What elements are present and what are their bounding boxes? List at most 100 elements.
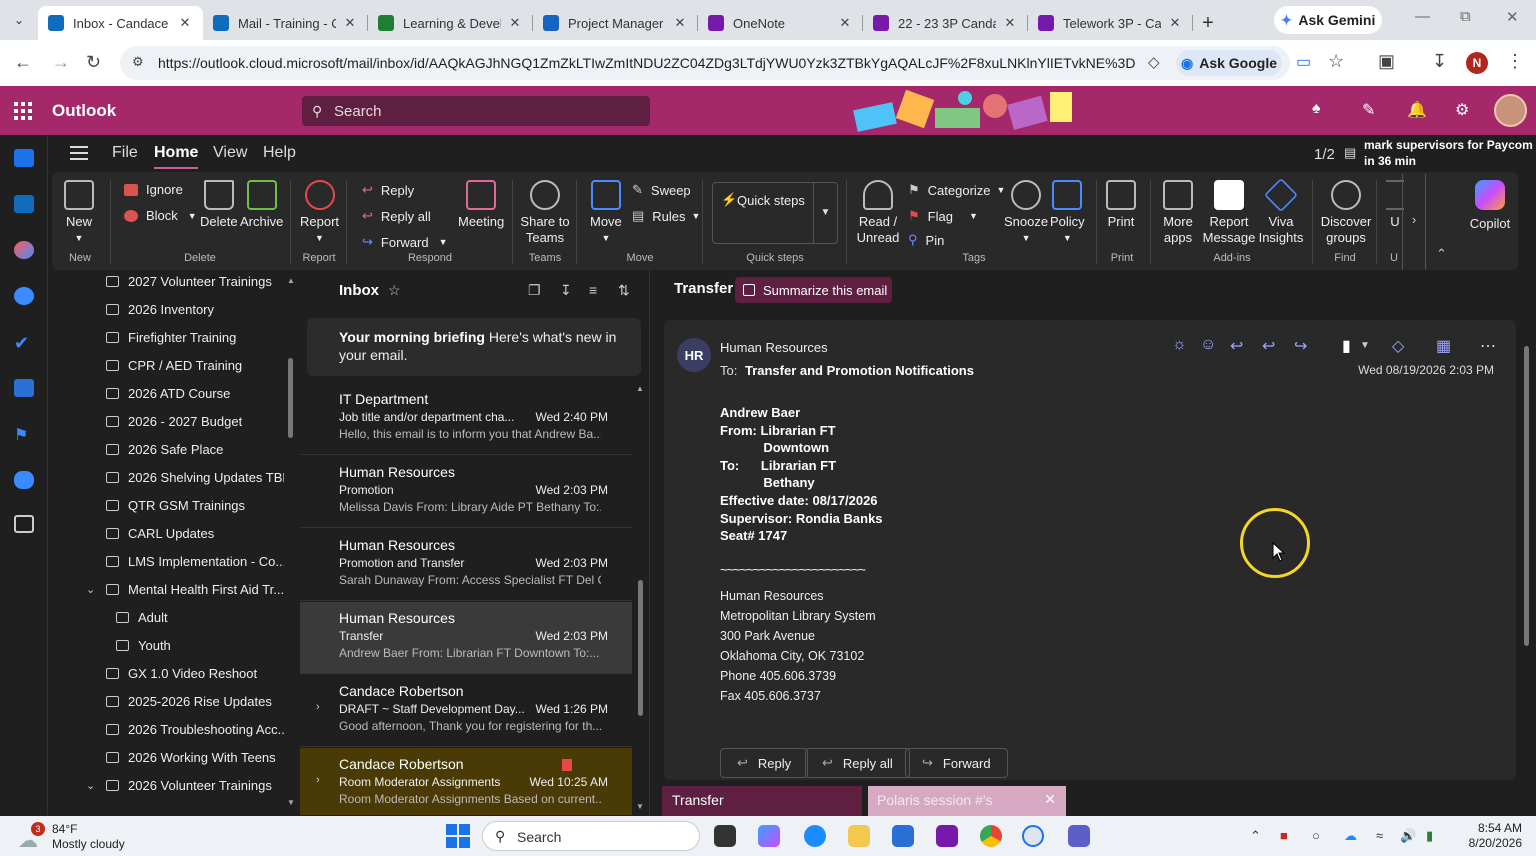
wifi-icon[interactable]: ≈ (1376, 828, 1383, 843)
folder-item[interactable]: CPR / AED Training (48, 351, 284, 379)
viva-insights-button[interactable]: Viva Insights (1256, 178, 1306, 246)
tab-help[interactable]: Help (263, 144, 296, 162)
onedrive-icon[interactable] (14, 471, 34, 489)
flag-icon[interactable] (562, 759, 572, 771)
folder-item[interactable]: 2027 Volunteer Trainings (48, 270, 284, 295)
mail-search-box[interactable]: ⚲ Search (302, 96, 650, 126)
reply-icon[interactable]: ↩ (1230, 336, 1243, 356)
onedrive-tray-icon[interactable]: ☁ (1344, 828, 1357, 844)
hamburger-menu-icon[interactable] (70, 146, 88, 164)
chevron-down-icon[interactable]: ⌄ (86, 583, 95, 596)
file-explorer-icon[interactable] (848, 825, 870, 847)
tray-overflow-icon[interactable]: ⌃ (1250, 828, 1261, 844)
chevron-down-icon[interactable]: ▼ (1360, 340, 1370, 351)
gear-icon[interactable]: ⚙ (1455, 100, 1469, 120)
close-tab-icon[interactable]: ✕ (507, 15, 523, 31)
recorder-icon[interactable] (1022, 825, 1044, 847)
pin-button[interactable]: ⚲ Pin (908, 232, 944, 248)
folder-item[interactable]: 2026 - 2027 Budget (48, 407, 284, 435)
rules-button[interactable]: ▤ Rules ▼ (632, 208, 700, 224)
archive-button[interactable]: Archive (240, 180, 283, 230)
message-item[interactable]: Human Resources Promotion and Transfer Wed… (300, 529, 632, 601)
mark-icon[interactable]: ▮ (1342, 336, 1351, 356)
close-window-button[interactable]: ✕ (1506, 8, 1519, 26)
message-item[interactable]: Human Resources Transfer Wed 2:03 PM Andrew… (300, 602, 632, 674)
snooze-button[interactable]: Snooze ▼ (1004, 180, 1048, 246)
recipient-name[interactable]: Transfer and Promotion Notifications (745, 363, 974, 378)
chrome-icon[interactable] (980, 825, 1002, 847)
report-button[interactable]: Report ▼ (300, 180, 339, 246)
reply-button[interactable]: ↩ Reply (362, 182, 414, 198)
select-mode-icon[interactable]: ❐ (528, 282, 541, 299)
copilot-taskbar-icon[interactable] (758, 825, 780, 847)
ask-google-button[interactable]: ◉ Ask Google (1176, 50, 1282, 76)
close-tab-icon[interactable]: ✕ (837, 15, 853, 31)
folder-item[interactable]: Youth (48, 631, 284, 659)
tab-file[interactable]: File (112, 144, 138, 162)
browser-tab[interactable]: Learning & Devel ✕ (368, 6, 533, 40)
favorite-star-icon[interactable]: ☆ (388, 282, 401, 299)
teams-taskbar-icon[interactable] (1068, 825, 1090, 847)
browser-menu-icon[interactable]: ⋮ (1506, 51, 1524, 72)
close-tab-icon[interactable]: ✕ (672, 15, 688, 31)
folder-item[interactable]: QTR GSM Trainings (48, 491, 284, 519)
app-launcher-icon[interactable] (14, 102, 32, 120)
reply-all-icon[interactable]: ↩ (1262, 336, 1275, 356)
folder-item[interactable]: LMS Implementation - Co... (48, 547, 284, 575)
folder-item[interactable]: 2026 ATD Course (48, 379, 284, 407)
draft-tab[interactable]: Polaris session #'s ✕ (868, 786, 1066, 816)
sort-icon[interactable]: ⇅ (618, 282, 630, 299)
sender-avatar[interactable]: HR (677, 338, 711, 372)
battery-icon[interactable]: ▮ (1426, 828, 1433, 844)
todo-check-icon[interactable]: ✔ (14, 333, 34, 353)
tray-app-icon[interactable]: ■ (1280, 828, 1288, 843)
more-apps-icon[interactable] (14, 515, 34, 533)
filter-icon[interactable]: ≡ (589, 282, 597, 298)
folder-item[interactable]: ⌄ Mental Health First Aid Tr... (48, 575, 284, 603)
message-item[interactable]: › Candace Robertson DRAFT ~ Staff Developm… (300, 675, 632, 747)
forward-footer-button[interactable]: ↪ Forward (905, 748, 1008, 778)
categorize-button[interactable]: ⚑ Categorize ▼ (908, 182, 1005, 198)
store-icon[interactable] (892, 825, 914, 847)
task-view-icon[interactable] (714, 825, 736, 847)
scroll-up-icon[interactable]: ▲ (287, 276, 295, 285)
tab-view[interactable]: View (213, 144, 247, 162)
folder-item[interactable]: GX 1.0 Video Reshoot (48, 659, 284, 687)
scroll-down-icon[interactable]: ▼ (636, 802, 644, 811)
sun-icon[interactable]: ☼ (1172, 336, 1187, 354)
close-tab-icon[interactable]: ✕ (177, 15, 193, 31)
browser-tab[interactable]: Inbox - Candace R ✕ (38, 6, 203, 40)
summarize-button[interactable]: Summarize this email (735, 277, 892, 303)
ignore-button[interactable]: Ignore (124, 182, 183, 197)
apps-icon[interactable]: ▦ (1436, 336, 1451, 356)
onenote-icon[interactable] (936, 825, 958, 847)
folder-item[interactable]: 2026 Working With Teens (48, 743, 284, 771)
policy-button[interactable]: Policy ▼ (1050, 180, 1085, 246)
jump-to-icon[interactable]: ↧ (560, 282, 572, 299)
report-message-button[interactable]: Report Message (1202, 180, 1256, 246)
browser-tab[interactable]: OneNote ✕ (698, 6, 863, 40)
close-tab-icon[interactable]: ✕ (1002, 15, 1018, 31)
address-bar[interactable]: ⚙ https://outlook.cloud.microsoft/mail/i… (120, 46, 1290, 80)
new-tab-button[interactable]: + (1193, 6, 1223, 40)
close-tab-icon[interactable]: ✕ (1167, 15, 1183, 31)
forward-icon[interactable]: ↪ (1294, 336, 1307, 356)
sweep-button[interactable]: ✎ Sweep (632, 182, 691, 198)
site-info-icon[interactable]: ⚙ (132, 54, 144, 70)
windows-start-icon[interactable] (446, 824, 470, 848)
files-icon[interactable] (14, 379, 34, 397)
message-list-scrollbar[interactable] (638, 580, 643, 716)
expand-thread-icon[interactable]: › (316, 774, 320, 786)
tab-search-chevron-icon[interactable]: ⌄ (0, 0, 38, 40)
ask-gemini-button[interactable]: ✦ Ask Gemini (1274, 6, 1382, 34)
minimize-window-button[interactable]: — (1415, 8, 1430, 25)
message-item[interactable]: Human Resources Promotion Wed 2:03 PM Melis… (300, 456, 632, 528)
teams-icon[interactable]: ♠ (1312, 100, 1321, 118)
system-clock[interactable]: 8:54 AM 8/20/2026 (1462, 821, 1522, 851)
folder-item[interactable]: 2026 Inventory (48, 295, 284, 323)
share-to-teams-button[interactable]: Share to Teams (520, 180, 570, 246)
back-arrow-icon[interactable]: ← (14, 52, 32, 73)
folder-item[interactable]: 2026 Safe Place (48, 435, 284, 463)
browser-tab[interactable]: Telework 3P - Car ✕ (1028, 6, 1193, 40)
copilot-button[interactable]: Copilot (1462, 180, 1518, 244)
